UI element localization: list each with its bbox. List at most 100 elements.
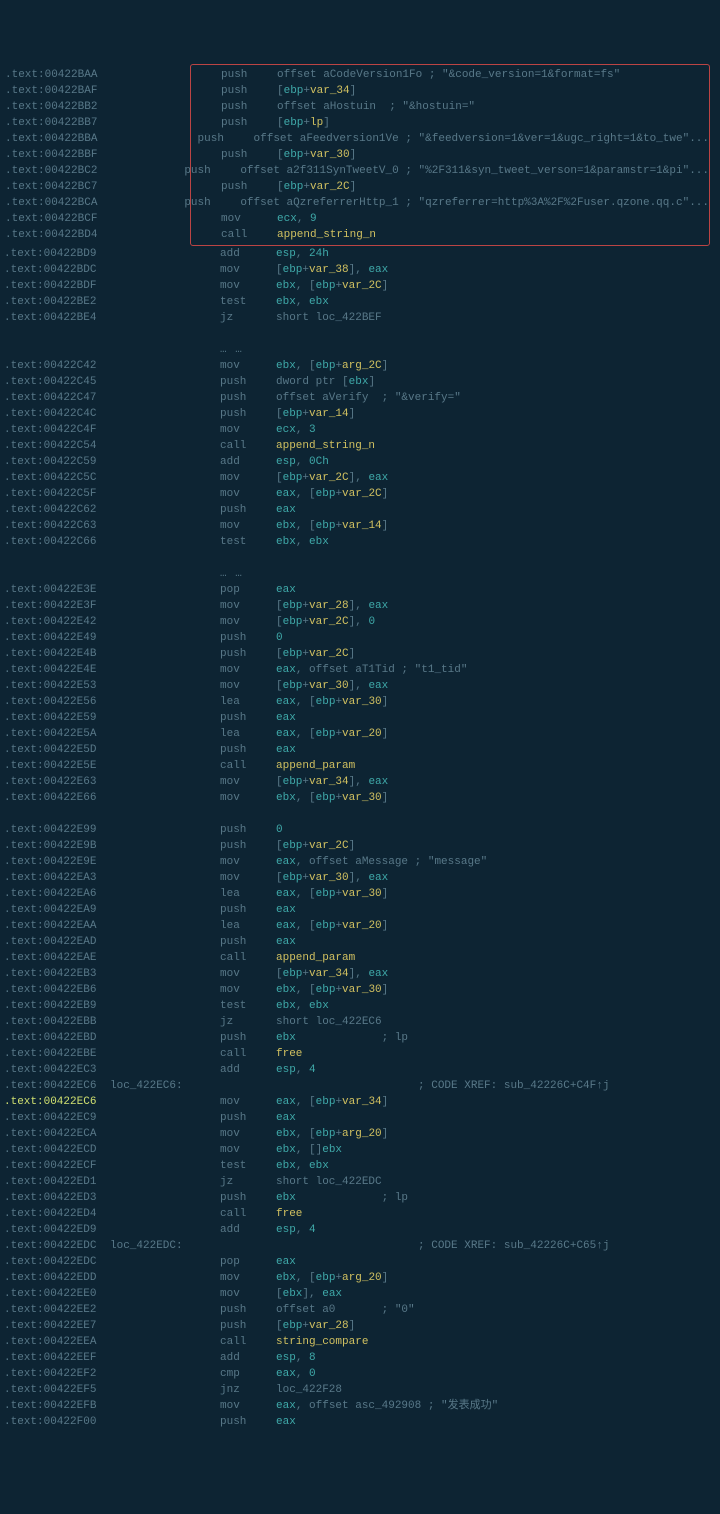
address: .text:00422BCA: [1, 195, 111, 211]
disasm-line[interactable]: .text:00422BE2testebx, ebx: [0, 294, 720, 310]
disasm-line[interactable]: .text:00422EDDmovebx, [ebp+arg_20]: [0, 1270, 720, 1286]
disasm-line[interactable]: .text:00422EAAleaeax, [ebp+var_20]: [0, 918, 720, 934]
disasm-line[interactable]: .text:00422E5Aleaeax, [ebp+var_20]: [0, 726, 720, 742]
address: .text:00422BBA: [1, 131, 111, 147]
disasm-line[interactable]: .text:00422EA6leaeax, [ebp+var_30]: [0, 886, 720, 902]
disasm-line[interactable]: .text:00422C66testebx, ebx: [0, 534, 720, 550]
disasm-line[interactable]: .text:00422ECDmovebx, []ebx: [0, 1142, 720, 1158]
disasm-line[interactable]: .text:00422BC7push[ebp+var_2C]: [191, 179, 709, 195]
disasm-line[interactable]: .text:00422BBFpush[ebp+var_30]: [191, 147, 709, 163]
disasm-line[interactable]: .text:00422EDCpopeax: [0, 1254, 720, 1270]
address: .text:00422F00: [0, 1414, 110, 1430]
disasm-line[interactable]: .text:00422BB7push[ebp+lp]: [191, 115, 709, 131]
disasm-line[interactable]: .text:00422EC6moveax, [ebp+var_34]: [0, 1094, 720, 1110]
operands: [ebp+var_38], eax: [276, 262, 388, 278]
disasm-line[interactable]: .text:00422EBBjzshort loc_422EC6: [0, 1014, 720, 1030]
disasm-line[interactable]: .text:00422C62pusheax: [0, 502, 720, 518]
operands: eax, offset asc_492908 ; "发表成功": [276, 1398, 498, 1414]
disasm-line[interactable]: .text:00422ED1jzshort loc_422EDC: [0, 1174, 720, 1190]
disasm-line[interactable]: .text:00422E56leaeax, [ebp+var_30]: [0, 694, 720, 710]
disasm-line[interactable]: .text:00422E59pusheax: [0, 710, 720, 726]
disasm-line[interactable]: .text:00422BE4jzshort loc_422BEF: [0, 310, 720, 326]
disasm-line[interactable]: .text:00422EBDpushebx ; lp: [0, 1030, 720, 1046]
disasm-line[interactable]: .text:00422EB9testebx, ebx: [0, 998, 720, 1014]
disasm-line[interactable]: .text:00422EC3addesp, 4: [0, 1062, 720, 1078]
disasm-line[interactable]: .text:00422BC2pushoffset a2f311SynTweetV…: [191, 163, 709, 179]
disasm-line[interactable]: .text:00422ED4callfree: [0, 1206, 720, 1222]
disasm-line[interactable]: .text:00422C5Cmov[ebp+var_2C], eax: [0, 470, 720, 486]
disasm-line[interactable]: .text:00422BAApushoffset aCodeVersion1Fo…: [191, 67, 709, 83]
disasm-line[interactable]: .text:00422E53mov[ebp+var_30], eax: [0, 678, 720, 694]
mnemonic: mov: [221, 211, 277, 227]
disasm-line[interactable]: .text:00422E99push0: [0, 822, 720, 838]
disasm-line[interactable]: .text:00422EBEcallfree: [0, 1046, 720, 1062]
disasm-line[interactable]: .text:00422E5Ecallappend_param: [0, 758, 720, 774]
address: .text:00422C54: [0, 438, 110, 454]
disasm-line[interactable]: .text:00422EA9pusheax: [0, 902, 720, 918]
disasm-line[interactable]: .text:00422C45pushdword ptr [ebx]: [0, 374, 720, 390]
disasm-line[interactable]: .text:00422C4Fmovecx, 3: [0, 422, 720, 438]
disasm-line[interactable]: .text:00422EFBmoveax, offset asc_492908 …: [0, 1398, 720, 1414]
disasm-line[interactable]: .text:00422E9Bpush[ebp+var_2C]: [0, 838, 720, 854]
disasm-line[interactable]: .text:00422E49push0: [0, 630, 720, 646]
disasm-line[interactable]: .text:00422EB3mov[ebp+var_34], eax: [0, 966, 720, 982]
mnemonic: push: [220, 406, 276, 422]
disasm-line[interactable]: .text:00422BDCmov[ebp+var_38], eax: [0, 262, 720, 278]
disasm-line[interactable]: .text:00422E66movebx, [ebp+var_30]: [0, 790, 720, 806]
disasm-line[interactable]: .text:00422E42mov[ebp+var_2C], 0: [0, 614, 720, 630]
address: .text:00422EBD: [0, 1030, 110, 1046]
operands: ecx, 3: [276, 422, 316, 438]
mnemonic: push: [221, 83, 277, 99]
disasm-line[interactable]: .text:00422EAEcallappend_param: [0, 950, 720, 966]
disasm-line[interactable]: .text:00422BD4callappend_string_n: [191, 227, 709, 243]
disasm-line[interactable]: .text:00422E4Emoveax, offset aT1Tid ; "t…: [0, 662, 720, 678]
disasm-line[interactable]: .text:00422C42movebx, [ebp+arg_2C]: [0, 358, 720, 374]
disasm-line[interactable]: .text:00422C54callappend_string_n: [0, 438, 720, 454]
disasm-line[interactable]: .text:00422ECAmovebx, [ebp+arg_20]: [0, 1126, 720, 1142]
disasm-line[interactable]: .text:00422EF5jnzloc_422F28: [0, 1382, 720, 1398]
disasm-line[interactable]: .text:00422C59addesp, 0Ch: [0, 454, 720, 470]
disasm-line[interactable]: .text:00422BAFpush[ebp+var_34]: [191, 83, 709, 99]
operands: free: [276, 1206, 302, 1222]
disasm-line[interactable]: .text:00422F00pusheax: [0, 1414, 720, 1430]
disasm-line[interactable]: .text:00422EA3mov[ebp+var_30], eax: [0, 870, 720, 886]
disasm-line[interactable]: .text:00422EDCloc_422EDC: ; CODE XREF: s…: [0, 1238, 720, 1254]
disasm-line[interactable]: .text:00422ECFtestebx, ebx: [0, 1158, 720, 1174]
disasm-line[interactable]: .text:00422C47pushoffset aVerify ; "&ver…: [0, 390, 720, 406]
disasm-line[interactable]: .text:00422EC9pusheax: [0, 1110, 720, 1126]
mnemonic: mov: [220, 982, 276, 998]
disasm-line[interactable]: .text:00422BDFmovebx, [ebp+var_2C]: [0, 278, 720, 294]
disasm-line[interactable]: .text:00422E5Dpusheax: [0, 742, 720, 758]
disasm-line[interactable]: .text:00422E4Bpush[ebp+var_2C]: [0, 646, 720, 662]
address: .text:00422E4B: [0, 646, 110, 662]
disasm-line[interactable]: .text:00422E3Epopeax: [0, 582, 720, 598]
disasm-line[interactable]: .text:00422BBApushoffset aFeedversion1Ve…: [191, 131, 709, 147]
disasm-line[interactable]: .text:00422BD9addesp, 24h: [0, 246, 720, 262]
disasm-line[interactable]: .text:00422EE0mov[ebx], eax: [0, 1286, 720, 1302]
disasm-line[interactable]: .text:00422EC6loc_422EC6: ; CODE XREF: s…: [0, 1078, 720, 1094]
operands: eax: [276, 502, 296, 518]
disasm-line[interactable]: .text:00422C4Cpush[ebp+var_14]: [0, 406, 720, 422]
disasm-line[interactable]: .text:00422C63movebx, [ebp+var_14]: [0, 518, 720, 534]
code-label: loc_422EC6:: [110, 1078, 220, 1094]
disasm-line[interactable]: .text:00422EF2cmpeax, 0: [0, 1366, 720, 1382]
disasm-line[interactable]: .text:00422E3Fmov[ebp+var_28], eax: [0, 598, 720, 614]
disasm-line[interactable]: .text:00422BCApushoffset aQzreferrerHttp…: [191, 195, 709, 211]
disasm-line[interactable]: .text:00422BB2pushoffset aHostuin ; "&ho…: [191, 99, 709, 115]
disasm-line[interactable]: .text:00422BCFmovecx, 9: [191, 211, 709, 227]
disasm-line[interactable]: .text:00422C5Fmoveax, [ebp+var_2C]: [0, 486, 720, 502]
disasm-line[interactable]: .text:00422E9Emoveax, offset aMessage ; …: [0, 854, 720, 870]
disasm-line[interactable]: .text:00422EB6movebx, [ebp+var_30]: [0, 982, 720, 998]
operands: [ebp+var_28], eax: [276, 598, 388, 614]
disasm-line[interactable]: .text:00422EEAcallstring_compare: [0, 1334, 720, 1350]
disasm-line[interactable]: .text:00422ED3pushebx ; lp: [0, 1190, 720, 1206]
disasm-line[interactable]: .text:00422EEFaddesp, 8: [0, 1350, 720, 1366]
disasm-line[interactable]: .text:00422E63mov[ebp+var_34], eax: [0, 774, 720, 790]
address: .text:00422EB6: [0, 982, 110, 998]
disasm-line[interactable]: .text:00422EADpusheax: [0, 934, 720, 950]
disasm-line[interactable]: .text:00422EE2pushoffset a0 ; "0": [0, 1302, 720, 1318]
disasm-line[interactable]: .text:00422ED9addesp, 4: [0, 1222, 720, 1238]
address: .text:00422EEF: [0, 1350, 110, 1366]
operands: [ebp+var_2C]: [277, 179, 356, 195]
disasm-line[interactable]: .text:00422EE7push[ebp+var_28]: [0, 1318, 720, 1334]
